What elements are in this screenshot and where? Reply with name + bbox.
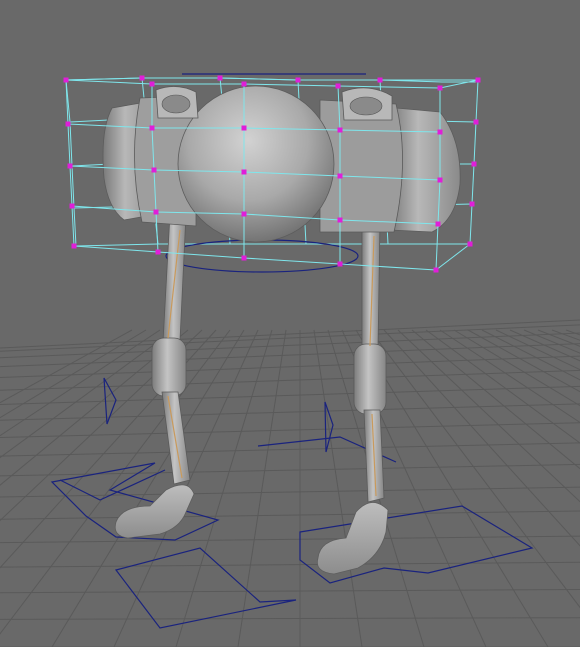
lattice-point[interactable] — [63, 77, 69, 83]
lattice-point[interactable] — [469, 201, 475, 207]
left-foot[interactable] — [114, 484, 195, 539]
right-knee[interactable] — [353, 343, 387, 415]
lattice-point[interactable] — [153, 209, 159, 215]
grid-line — [0, 510, 580, 520]
lattice-point[interactable] — [337, 127, 343, 133]
lattice-point[interactable] — [471, 161, 477, 167]
grid-line — [0, 535, 580, 544]
grid-line — [0, 463, 580, 477]
grid-line — [0, 403, 580, 421]
lattice-point[interactable] — [241, 125, 247, 131]
lattice-point[interactable] — [337, 173, 343, 179]
lattice-point[interactable] — [337, 261, 343, 267]
lattice-point[interactable] — [335, 83, 341, 89]
right-hip-socket[interactable] — [349, 96, 383, 116]
lattice-point[interactable] — [139, 75, 145, 81]
root-control[interactable] — [165, 239, 359, 273]
grid-line — [0, 332, 580, 359]
ground-grid — [0, 319, 580, 647]
lattice-point[interactable] — [295, 77, 301, 83]
lattice-point[interactable] — [467, 241, 473, 247]
lattice-point[interactable] — [241, 255, 247, 261]
grid-line — [0, 385, 580, 405]
lattice-edge[interactable] — [435, 243, 471, 271]
lattice-point[interactable] — [241, 169, 247, 175]
lattice-point[interactable] — [377, 77, 383, 83]
3d-viewport[interactable] — [0, 0, 580, 647]
grid-line — [0, 355, 580, 379]
scene-canvas[interactable] — [0, 0, 580, 647]
lattice-point[interactable] — [217, 75, 223, 81]
left-shin[interactable] — [161, 391, 191, 485]
lattice-point[interactable] — [241, 81, 247, 87]
lattice-point[interactable] — [149, 81, 155, 87]
lattice-edge[interactable] — [75, 243, 470, 247]
lattice-point[interactable] — [241, 211, 247, 217]
grid-line — [0, 617, 580, 620]
grid-line — [237, 329, 287, 647]
lattice-point[interactable] — [67, 163, 73, 169]
pelvis-ground-control[interactable] — [114, 547, 297, 629]
left-hip-socket[interactable] — [161, 94, 191, 114]
grid-line — [0, 561, 580, 568]
lattice-point[interactable] — [437, 85, 443, 91]
grid-line — [0, 422, 580, 439]
lattice-edge[interactable] — [73, 245, 437, 271]
lattice-point[interactable] — [437, 129, 443, 135]
lattice-point[interactable] — [69, 203, 75, 209]
right-foot[interactable] — [316, 502, 389, 575]
lattice-point[interactable] — [473, 119, 479, 125]
lattice-point[interactable] — [435, 221, 441, 227]
lattice-point[interactable] — [475, 77, 481, 83]
lattice-point[interactable] — [155, 249, 161, 255]
lattice-edge[interactable] — [439, 79, 479, 89]
lattice-point[interactable] — [437, 177, 443, 183]
lattice-point[interactable] — [65, 121, 71, 127]
lattice-edge[interactable] — [65, 79, 75, 247]
lattice-point[interactable] — [151, 167, 157, 173]
left-knee[interactable] — [151, 337, 187, 397]
grid-line — [51, 329, 245, 647]
lattice-point[interactable] — [71, 243, 77, 249]
lattice-point[interactable] — [149, 125, 155, 131]
grid-line — [0, 369, 580, 391]
lattice-point[interactable] — [433, 267, 439, 273]
grid-line — [565, 329, 580, 336]
lattice-point[interactable] — [337, 217, 343, 223]
